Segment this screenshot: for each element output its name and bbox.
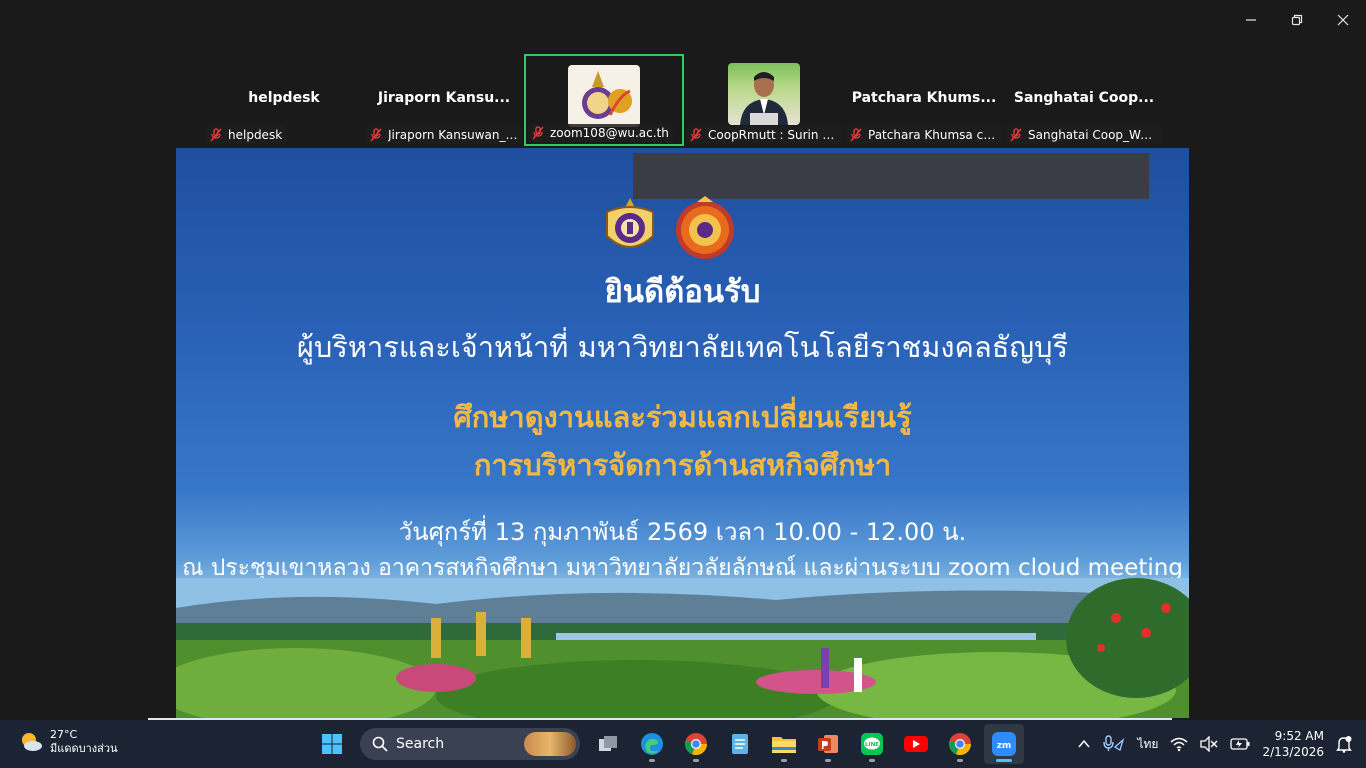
battery-status[interactable] (1224, 720, 1256, 768)
redacted-area (633, 153, 1149, 199)
chrome-profile-icon (949, 733, 972, 756)
notifications-button[interactable] (1330, 720, 1358, 768)
slide-topic-line1: ศึกษาดูงานและร่วมแลกเปลี่ยนเรียนรู้ (453, 400, 912, 434)
notepad-icon (732, 734, 748, 754)
microphone-status[interactable] (1097, 720, 1131, 768)
chevron-up-icon (1078, 739, 1091, 748)
battery-charging-icon (1230, 738, 1250, 750)
restore-button[interactable] (1274, 0, 1320, 40)
participant-label: Patchara Khumsa coop (846, 126, 1002, 144)
rmutt-logo (675, 196, 734, 259)
slide-welcome: ยินดีต้อนรับ (604, 274, 761, 310)
participant-tile-jiraporn[interactable]: Jiraporn Kansu... Jiraporn Kansuwan_C... (364, 54, 524, 146)
edge-icon (641, 733, 663, 755)
task-view-icon (599, 736, 617, 751)
logo-row (176, 196, 1175, 260)
youtube-app[interactable] (896, 724, 936, 764)
participant-tile-zoom108[interactable]: zoom108@wu.ac.th (524, 54, 684, 146)
slide-subtitle: ผู้บริหารและเจ้าหน้าที่ มหาวิทยาลัยเทคโน… (296, 330, 1069, 364)
slide-scenery-image (176, 578, 1189, 718)
shared-screen[interactable]: ยินดีต้อนรับ ผู้บริหารและเจ้าหน้าที่ มหา… (176, 148, 1189, 718)
start-button[interactable] (312, 724, 352, 764)
chrome-icon (685, 733, 708, 756)
clock[interactable]: 9:52 AM 2/13/2026 (1256, 720, 1330, 768)
youtube-icon (904, 736, 928, 752)
participant-tile-patchara[interactable]: Patchara Khums... Patchara Khumsa coop (844, 54, 1004, 146)
file-explorer-icon (772, 737, 796, 753)
partly-sunny-icon (22, 733, 42, 751)
taskbar-apps: Search LINE zm (310, 724, 1026, 764)
mic-muted-icon (848, 127, 864, 143)
line-icon: LINE (861, 733, 883, 755)
line-app[interactable]: LINE (852, 724, 892, 764)
weather-widget[interactable]: 27°C มีแดดบางส่วน (18, 728, 118, 756)
svg-text:zm: zm (997, 741, 1012, 751)
notification-bell-icon (1336, 736, 1352, 753)
zoom-app[interactable]: zm (984, 724, 1024, 764)
walailak-university-logo (605, 198, 654, 248)
minimize-button[interactable] (1228, 0, 1274, 40)
svg-text:LINE: LINE (865, 742, 879, 748)
wifi-status[interactable] (1164, 720, 1194, 768)
powerpoint-icon (818, 735, 838, 753)
participant-video-person (728, 63, 800, 125)
weather-temp: 27°C (50, 728, 78, 741)
slide-topic-line2: การบริหารจัดการด้านสหกิจศึกษา (473, 448, 892, 482)
chrome-profile-app[interactable] (940, 724, 980, 764)
system-tray: ไทย 9:52 AM 2/13/2026 (1071, 720, 1358, 768)
weather-condition: มีแดดบางส่วน (50, 742, 118, 755)
search-icon (372, 736, 388, 752)
close-icon (1337, 14, 1349, 26)
participant-strip: helpdesk helpdesk Jiraporn Kansu... Jira… (204, 54, 1166, 146)
participant-label: CoopRmutt : Surin ng... (686, 126, 842, 144)
participant-label: helpdesk (206, 126, 287, 144)
participant-video-logo (568, 65, 640, 127)
task-view-button[interactable] (588, 724, 628, 764)
zoom-icon: zm (992, 732, 1016, 756)
chrome-app[interactable] (676, 724, 716, 764)
mic-muted-icon (368, 127, 384, 143)
window-controls (1228, 0, 1366, 40)
windows-start-icon (322, 734, 342, 754)
zoom-meeting-window: helpdesk helpdesk Jiraporn Kansu... Jira… (0, 0, 1366, 768)
mic-muted-icon (1008, 127, 1024, 143)
participant-tile-cooprmutt[interactable]: CoopRmutt : Surin ng... (684, 54, 844, 146)
close-button[interactable] (1320, 0, 1366, 40)
participant-name: Sanghatai Coop... (1013, 90, 1155, 106)
windows-taskbar: 27°C มีแดดบางส่วน Search LINE zm ไทย 9:5… (0, 720, 1366, 768)
edge-app[interactable] (632, 724, 672, 764)
input-language[interactable]: ไทย (1131, 720, 1164, 768)
mic-muted-icon (530, 125, 546, 141)
mic-muted-icon (208, 127, 224, 143)
search-highlight-image (524, 732, 576, 756)
mic-muted-icon (688, 127, 704, 143)
participant-name: helpdesk (248, 90, 320, 106)
powerpoint-app[interactable] (808, 724, 848, 764)
clock-time: 9:52 AM (1274, 729, 1324, 743)
search-label: Search (396, 736, 445, 752)
mic-in-use-icon (1103, 735, 1125, 751)
participant-label: Sanghatai Coop_Wala... (1006, 126, 1162, 144)
notepad-app[interactable] (720, 724, 760, 764)
volume-muted-icon (1200, 736, 1218, 752)
volume-status[interactable] (1194, 720, 1224, 768)
file-explorer-app[interactable] (764, 724, 804, 764)
minimize-icon (1246, 19, 1256, 21)
participant-label: Jiraporn Kansuwan_C... (366, 126, 522, 144)
show-hidden-icons-button[interactable] (1071, 720, 1097, 768)
clock-date: 2/13/2026 (1262, 745, 1324, 759)
taskbar-search[interactable]: Search (360, 728, 580, 760)
participant-tile-helpdesk[interactable]: helpdesk helpdesk (204, 54, 364, 146)
participant-name: Jiraporn Kansu... (377, 90, 511, 106)
participant-tile-sanghatai[interactable]: Sanghatai Coop... Sanghatai Coop_Wala... (1004, 54, 1164, 146)
participant-name: Patchara Khums... (851, 90, 997, 106)
restore-icon (1291, 14, 1303, 26)
wifi-icon (1170, 737, 1188, 752)
participant-label: zoom108@wu.ac.th (528, 124, 673, 142)
slide-date: วันศุกร์ที่ 13 กุมภาพันธ์ 2569 เวลา 10.0… (398, 518, 967, 546)
